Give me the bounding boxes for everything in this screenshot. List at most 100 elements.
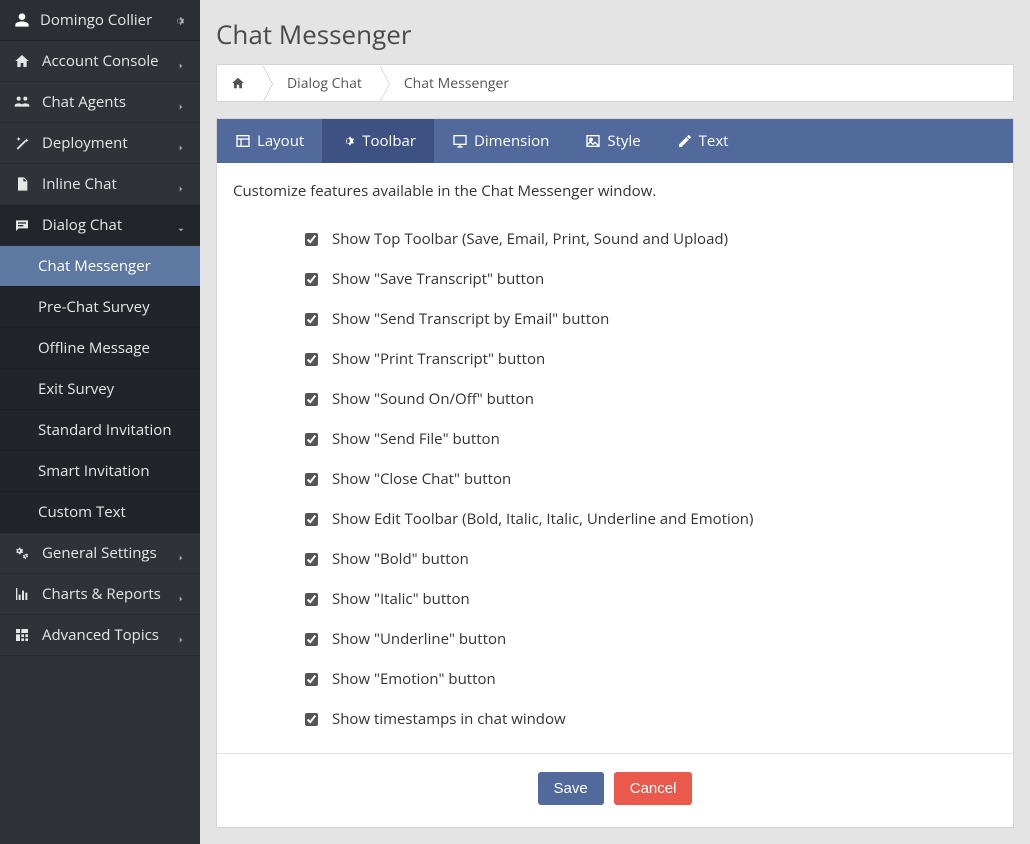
breadcrumb-item[interactable]: Dialog Chat	[263, 65, 380, 101]
user-icon	[14, 12, 30, 28]
tab-style[interactable]: Style	[567, 119, 658, 163]
sidebar-item-charts-reports[interactable]: Charts & Reports	[0, 574, 200, 615]
content-wrap: Layout Toolbar Dimension Style Text Customiz…	[216, 118, 1014, 828]
option-label: Show "Underline" button	[332, 629, 506, 649]
chevron-down-icon	[176, 220, 186, 230]
option-label: Show "Bold" button	[332, 549, 469, 569]
option-checkbox[interactable]	[305, 713, 318, 726]
sidebar-item-general-settings[interactable]: General Settings	[0, 533, 200, 574]
sidebar-item-label: Account Console	[42, 51, 164, 71]
option-checkbox[interactable]	[305, 313, 318, 326]
sidebar-subitem-label: Smart Invitation	[38, 461, 150, 481]
tab-toolbar[interactable]: Toolbar	[322, 119, 434, 163]
option-row: Show "Close Chat" button	[233, 459, 997, 499]
option-checkbox[interactable]	[305, 553, 318, 566]
sidebar-item-inline-chat[interactable]: Inline Chat	[0, 164, 200, 205]
option-checkbox[interactable]	[305, 473, 318, 486]
breadcrumb: Dialog Chat Chat Messenger	[216, 64, 1014, 102]
grid-icon	[14, 627, 30, 643]
main-header: Chat Messenger Dialog Chat Chat Messenger	[200, 0, 1030, 114]
option-label: Show "Print Transcript" button	[332, 349, 545, 369]
sidebar-nav: Account Console Chat Agents Deployment Inli…	[0, 41, 200, 656]
sidebar-item-label: Deployment	[42, 133, 164, 153]
breadcrumb-home[interactable]	[217, 65, 263, 101]
image-icon	[585, 133, 601, 149]
option-row: Show "Send Transcript by Email" button	[233, 299, 997, 339]
edit-icon	[677, 133, 693, 149]
intro-text: Customize features available in the Chat…	[233, 181, 997, 201]
sidebar-subnav: Chat Messenger Pre-Chat Survey Offline Mes…	[0, 246, 200, 533]
agents-icon	[14, 94, 30, 110]
chevron-right-icon	[176, 56, 186, 66]
option-checkbox[interactable]	[305, 673, 318, 686]
sidebar-item-label: General Settings	[42, 543, 164, 563]
save-button[interactable]: Save	[538, 772, 604, 805]
sidebar-subitem-exit-survey[interactable]: Exit Survey	[0, 369, 200, 410]
main: Chat Messenger Dialog ChatChat Messenger…	[200, 0, 1030, 844]
sidebar-item-label: Dialog Chat	[42, 215, 164, 235]
sidebar-subitem-standard-invitation[interactable]: Standard Invitation	[0, 410, 200, 451]
layout-icon	[235, 133, 251, 149]
gear-icon	[340, 133, 356, 149]
tab-label: Text	[699, 131, 729, 151]
chart-icon	[14, 586, 30, 602]
tab-label: Dimension	[474, 131, 549, 151]
sidebar-subitem-label: Chat Messenger	[38, 256, 151, 276]
sidebar-subitem-chat-messenger[interactable]: Chat Messenger	[0, 246, 200, 287]
tab-dimension[interactable]: Dimension	[434, 119, 567, 163]
chevron-right-icon	[176, 179, 186, 189]
tab-label: Style	[607, 131, 640, 151]
option-checkbox[interactable]	[305, 513, 318, 526]
sidebar-subitem-smart-invitation[interactable]: Smart Invitation	[0, 451, 200, 492]
option-label: Show timestamps in chat window	[332, 709, 566, 729]
option-checkbox[interactable]	[305, 393, 318, 406]
doc-icon	[14, 176, 30, 192]
option-row: Show "Emotion" button	[233, 659, 997, 699]
user-name: Domingo Collier	[40, 10, 162, 30]
option-label: Show "Emotion" button	[332, 669, 496, 689]
option-label: Show "Sound On/Off" button	[332, 389, 534, 409]
sidebar-subitem-custom-text[interactable]: Custom Text	[0, 492, 200, 533]
breadcrumb-item[interactable]: Chat Messenger	[380, 65, 527, 101]
chevron-right-icon	[176, 97, 186, 107]
option-checkbox[interactable]	[305, 353, 318, 366]
sidebar: Domingo Collier Account Console Chat Agen…	[0, 0, 200, 844]
options-list: Show Top Toolbar (Save, Email, Print, So…	[233, 219, 997, 739]
sidebar-item-advanced-topics[interactable]: Advanced Topics	[0, 615, 200, 656]
gear-icon[interactable]	[172, 13, 186, 27]
cogs-icon	[14, 545, 30, 561]
sidebar-subitem-label: Pre-Chat Survey	[38, 297, 150, 317]
tab-label: Toolbar	[362, 131, 416, 151]
home-icon	[231, 76, 245, 90]
sidebar-item-deployment[interactable]: Deployment	[0, 123, 200, 164]
tab-text[interactable]: Text	[659, 119, 747, 163]
sidebar-subitem-offline-message[interactable]: Offline Message	[0, 328, 200, 369]
option-label: Show "Close Chat" button	[332, 469, 511, 489]
sidebar-item-dialog-chat[interactable]: Dialog Chat	[0, 205, 200, 246]
option-checkbox[interactable]	[305, 233, 318, 246]
option-checkbox[interactable]	[305, 633, 318, 646]
breadcrumb-label: Chat Messenger	[404, 74, 509, 93]
option-row: Show "Sound On/Off" button	[233, 379, 997, 419]
sidebar-subitem-label: Offline Message	[38, 338, 150, 358]
cancel-button[interactable]: Cancel	[614, 772, 693, 805]
sidebar-item-label: Chat Agents	[42, 92, 164, 112]
chevron-right-icon	[176, 548, 186, 558]
tab-layout[interactable]: Layout	[217, 119, 322, 163]
option-checkbox[interactable]	[305, 433, 318, 446]
option-label: Show "Send File" button	[332, 429, 500, 449]
tabbar: Layout Toolbar Dimension Style Text	[217, 119, 1013, 163]
screen-icon	[452, 133, 468, 149]
option-row: Show "Send File" button	[233, 419, 997, 459]
option-row: Show "Italic" button	[233, 579, 997, 619]
option-label: Show Top Toolbar (Save, Email, Print, So…	[332, 229, 728, 249]
option-row: Show "Save Transcript" button	[233, 259, 997, 299]
sidebar-item-chat-agents[interactable]: Chat Agents	[0, 82, 200, 123]
option-label: Show "Italic" button	[332, 589, 470, 609]
sidebar-item-account-console[interactable]: Account Console	[0, 41, 200, 82]
option-checkbox[interactable]	[305, 273, 318, 286]
footer: Save Cancel	[217, 753, 1013, 827]
option-checkbox[interactable]	[305, 593, 318, 606]
sidebar-header: Domingo Collier	[0, 0, 200, 41]
sidebar-subitem-pre-chat-survey[interactable]: Pre-Chat Survey	[0, 287, 200, 328]
